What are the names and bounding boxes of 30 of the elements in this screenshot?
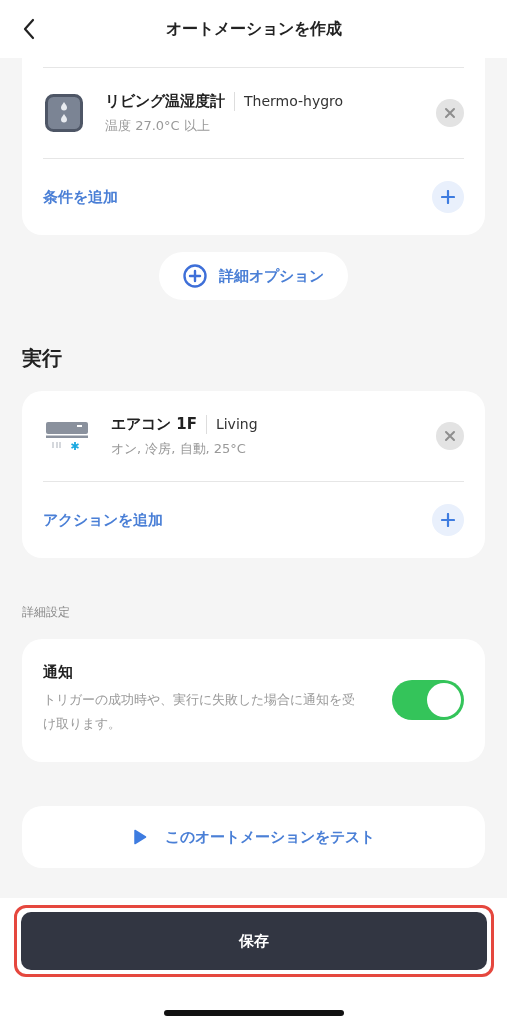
page-title: オートメーションを作成 xyxy=(165,18,342,40)
condition-detail: 温度 27.0°C 以上 xyxy=(105,116,211,135)
test-automation-button[interactable]: このオートメーションをテスト xyxy=(22,806,485,868)
play-icon xyxy=(132,829,147,845)
action-detail: オン, 冷房, 自動, 25°C xyxy=(111,439,247,458)
section-heading: 実行 xyxy=(22,345,63,372)
device-category: Thermo-hygro xyxy=(244,93,344,109)
add-button[interactable] xyxy=(432,504,464,536)
section-label: 詳細設定 xyxy=(22,604,70,621)
remove-button[interactable] xyxy=(436,422,464,450)
device-room: Living xyxy=(215,416,258,432)
plus-icon xyxy=(441,190,455,204)
close-icon xyxy=(444,430,456,442)
notification-description: トリガーの成功時や、実行に失敗した場合に通知を受け取ります。 xyxy=(43,691,356,733)
plus-icon xyxy=(441,513,455,527)
close-icon xyxy=(444,107,456,119)
air-conditioner-icon xyxy=(45,420,89,452)
save-button[interactable]: 保存 xyxy=(20,912,487,970)
add-condition-link[interactable]: 条件を追加 xyxy=(43,187,118,207)
thermo-hygrometer-icon xyxy=(45,94,83,132)
detail-options-button[interactable]: 詳細オプション xyxy=(159,252,348,300)
plus-circle-icon xyxy=(183,264,207,288)
device-name: エアコン 1F xyxy=(111,414,207,434)
notification-title: 通知 xyxy=(43,663,74,682)
add-button[interactable] xyxy=(432,181,464,213)
notification-toggle[interactable] xyxy=(392,679,464,720)
device-name: リビング温湿度計 xyxy=(105,91,235,111)
add-action-link[interactable]: アクションを追加 xyxy=(43,510,163,530)
back-icon[interactable] xyxy=(22,18,36,40)
remove-button[interactable] xyxy=(436,99,464,127)
